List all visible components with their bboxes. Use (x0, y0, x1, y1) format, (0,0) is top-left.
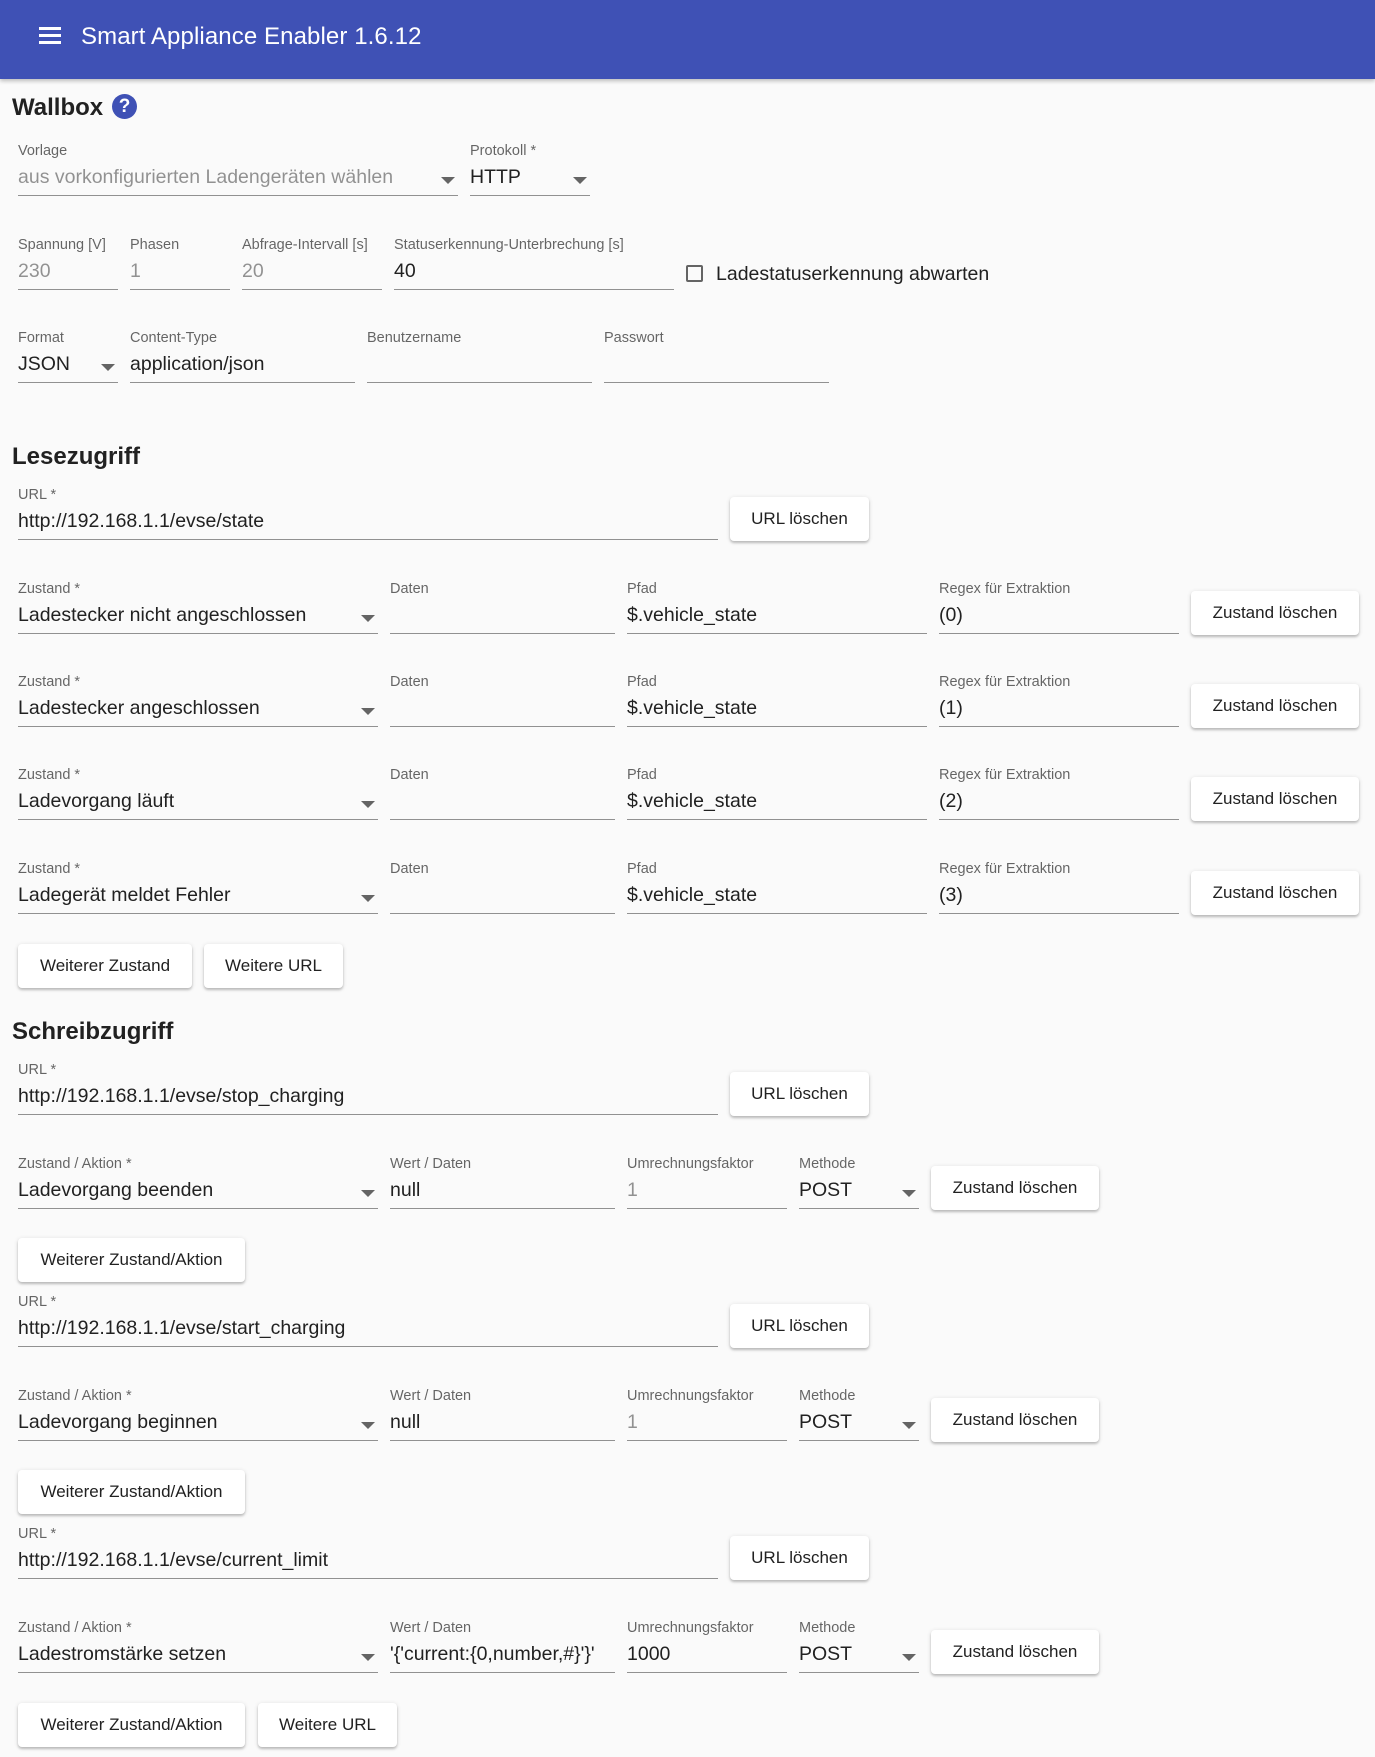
read-state-delete-button[interactable]: Zustand löschen (1191, 684, 1359, 728)
write-action-select-value: Ladevorgang beenden (18, 1179, 214, 1201)
read-data-input-label: Daten (390, 767, 429, 783)
write-factor-input-value: 1 (627, 1179, 638, 1201)
write-action-select-value: Ladevorgang beginnen (18, 1411, 218, 1433)
chevron-down-icon (902, 1654, 916, 1661)
write-section-title: Schreibzugriff (12, 1018, 174, 1045)
chevron-down-icon (361, 1654, 375, 1661)
chevron-down-icon (902, 1422, 916, 1429)
write-action-select-value: Ladestromstärke setzen (18, 1643, 227, 1665)
write-state-delete-button[interactable]: Zustand löschen (931, 1630, 1099, 1674)
read-state-select-value: Ladegerät meldet Fehler (18, 884, 231, 906)
protokoll-value: HTTP (470, 166, 521, 188)
read-state-select-value: Ladevorgang läuft (18, 790, 175, 812)
read-state-select-label: Zustand * (18, 767, 81, 783)
write-method-select-value: POST (799, 1179, 853, 1201)
add-url-button[interactable]: Weitere URL (204, 944, 343, 988)
chevron-down-icon (361, 895, 375, 902)
chevron-down-icon (361, 615, 375, 622)
chevron-down-icon (361, 708, 375, 715)
write-url-input-value: http://192.168.1.1/evse/current_limit (18, 1549, 329, 1571)
write-url-delete-button[interactable]: URL löschen (730, 1536, 869, 1580)
read-path-input-label: Pfad (627, 581, 657, 597)
vorlage-value: aus vorkonfigurierten Ladengeräten wähle… (18, 166, 394, 188)
write-factor-input-value: 1000 (627, 1643, 671, 1665)
help-circle-icon[interactable]: ? (112, 94, 137, 119)
chevron-down-icon (441, 177, 455, 184)
read-path-input-value: $.vehicle_state (627, 604, 758, 626)
write-action-select-label: Zustand / Aktion * (18, 1388, 132, 1404)
read-regex-input-label: Regex für Extraktion (939, 861, 1071, 877)
write-url-input-value: http://192.168.1.1/evse/start_charging (18, 1317, 346, 1339)
read-regex-input-value: (1) (939, 697, 963, 719)
read-state-delete-button[interactable]: Zustand löschen (1191, 591, 1359, 635)
read-state-select-label: Zustand * (18, 861, 81, 877)
read-state-select-label: Zustand * (18, 581, 81, 597)
chevron-down-icon (573, 177, 587, 184)
write-method-select-label: Methode (799, 1388, 856, 1404)
write-state-delete-button[interactable]: Zustand löschen (931, 1398, 1099, 1442)
chevron-down-icon (361, 1422, 375, 1429)
write-method-select-value: POST (799, 1411, 853, 1433)
write-factor-input-label: Umrechnungsfaktor (627, 1156, 754, 1172)
write-method-select-value: POST (799, 1643, 853, 1665)
write-value-input-value: null (390, 1411, 421, 1433)
write-value-input-value: null (390, 1179, 421, 1201)
write-factor-input-value: 1 (627, 1411, 638, 1433)
read-regex-input-value: (0) (939, 604, 963, 626)
chevron-down-icon (101, 364, 115, 371)
read-data-input-label: Daten (390, 674, 429, 690)
write-method-select-label: Methode (799, 1620, 856, 1636)
read-regex-input-label: Regex für Extraktion (939, 674, 1071, 690)
write-url-input-label: URL * (18, 1526, 57, 1542)
write-method-select-label: Methode (799, 1156, 856, 1172)
write-factor-input-label: Umrechnungsfaktor (627, 1388, 754, 1404)
write-action-select-label: Zustand / Aktion * (18, 1156, 132, 1172)
write-value-input-label: Wert / Daten (390, 1620, 472, 1636)
read-path-input-value: $.vehicle_state (627, 790, 758, 812)
write-value-input-label: Wert / Daten (390, 1388, 472, 1404)
write-url-delete-button[interactable]: URL löschen (730, 1072, 869, 1116)
add-state-button[interactable]: Weiterer Zustand (18, 944, 192, 988)
read-state-select-label: Zustand * (18, 674, 81, 690)
write-url-input-label: URL * (18, 1294, 57, 1310)
write-state-delete-button[interactable]: Zustand löschen (931, 1166, 1099, 1210)
write-url-input-value: http://192.168.1.1/evse/stop_charging (18, 1085, 345, 1107)
read-state-select-value: Ladestecker nicht angeschlossen (18, 604, 307, 626)
write-add-url-button[interactable]: Weitere URL (258, 1703, 397, 1747)
page-title: Wallbox (12, 94, 104, 121)
add-action-button[interactable]: Weiterer Zustand/Aktion (18, 1238, 245, 1282)
read-state-delete-button[interactable]: Zustand löschen (1191, 871, 1359, 915)
read-regex-input-label: Regex für Extraktion (939, 581, 1071, 597)
hamburger-menu-icon[interactable] (38, 25, 62, 45)
read-path-input-value: $.vehicle_state (627, 884, 758, 906)
app-title: Smart Appliance Enabler 1.6.12 (81, 23, 422, 50)
write-factor-input-label: Umrechnungsfaktor (627, 1620, 754, 1636)
read-path-input-value: $.vehicle_state (627, 697, 758, 719)
read-path-input-label: Pfad (627, 861, 657, 877)
write-value-input-label: Wert / Daten (390, 1156, 472, 1172)
read-data-input-label: Daten (390, 581, 429, 597)
read-state-delete-button[interactable]: Zustand löschen (1191, 777, 1359, 821)
write-url-input-label: URL * (18, 1062, 57, 1078)
read-regex-input-value: (3) (939, 884, 963, 906)
app-toolbar: Smart Appliance Enabler 1.6.12 (0, 0, 1375, 79)
read-path-input-label: Pfad (627, 674, 657, 690)
read-data-input-label: Daten (390, 861, 429, 877)
read-section-title: Lesezugriff (12, 443, 141, 470)
checkbox-box[interactable] (686, 265, 703, 282)
read-regex-input-value: (2) (939, 790, 963, 812)
read-state-select-value: Ladestecker angeschlossen (18, 697, 260, 719)
read-url-delete-button[interactable]: URL löschen (730, 497, 869, 541)
chevron-down-icon (361, 1190, 375, 1197)
write-action-select-label: Zustand / Aktion * (18, 1620, 132, 1636)
read-regex-input-label: Regex für Extraktion (939, 767, 1071, 783)
read-path-input-label: Pfad (627, 767, 657, 783)
write-value-input-value: '{'current:{0,number,#}'}' (390, 1643, 595, 1665)
add-action-button[interactable]: Weiterer Zustand/Aktion (18, 1703, 245, 1747)
chevron-down-icon (902, 1190, 916, 1197)
add-action-button[interactable]: Weiterer Zustand/Aktion (18, 1470, 245, 1514)
write-url-delete-button[interactable]: URL löschen (730, 1304, 869, 1348)
chevron-down-icon (361, 801, 375, 808)
